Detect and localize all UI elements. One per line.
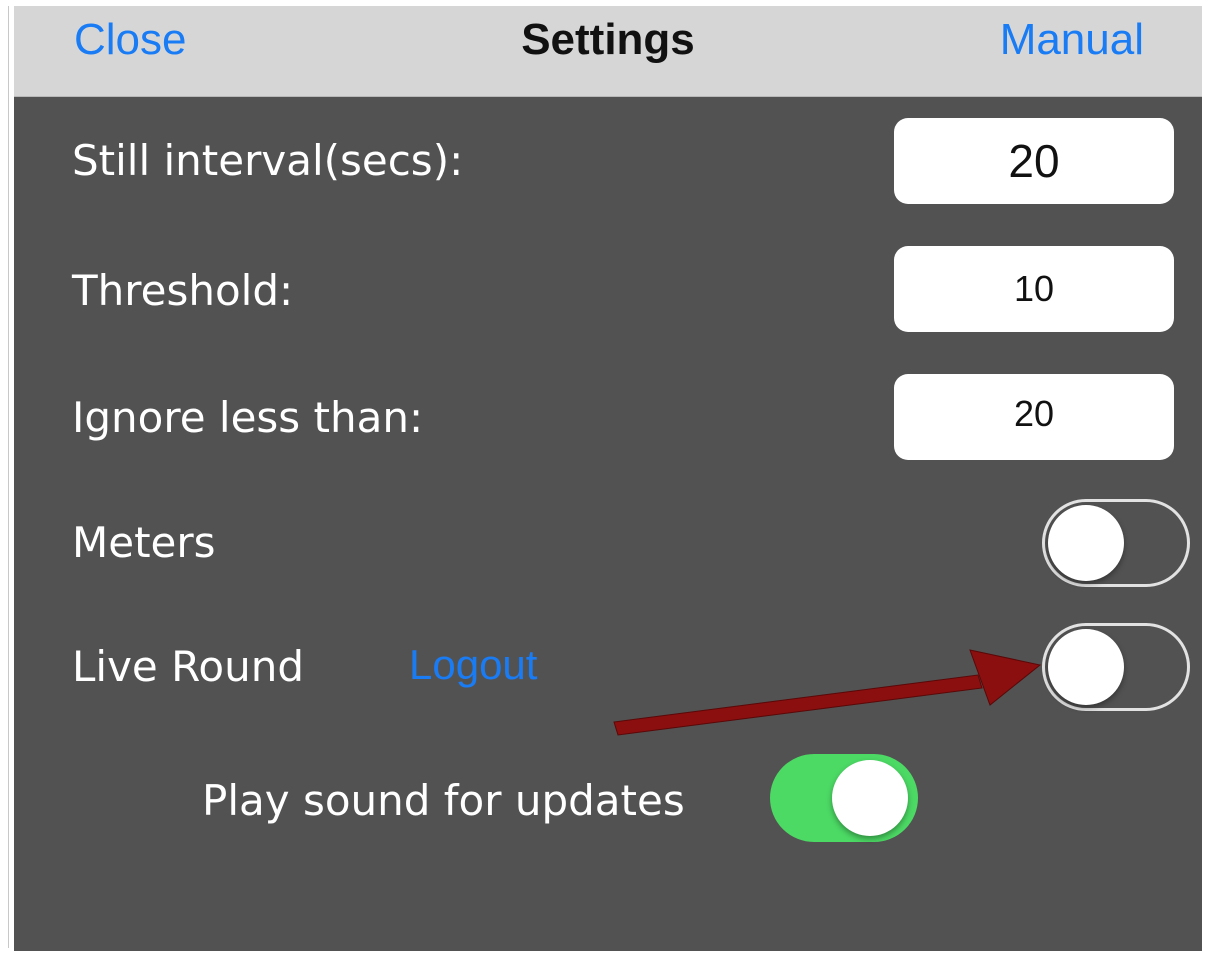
manual-button[interactable]: Manual: [1000, 12, 1144, 68]
threshold-field[interactable]: 10: [894, 246, 1174, 332]
toggle-knob: [832, 760, 908, 836]
logout-link[interactable]: Logout: [409, 637, 537, 693]
toggle-knob: [1048, 629, 1124, 705]
meters-label: Meters: [72, 518, 216, 567]
live-round-toggle[interactable]: [1042, 623, 1190, 711]
ignore-less-than-field[interactable]: 20: [894, 374, 1174, 460]
still-interval-label: Still interval(secs):: [72, 136, 464, 185]
toggle-knob: [1048, 505, 1124, 581]
settings-panel: Still interval(secs): 20 Threshold: 10 I…: [14, 97, 1202, 951]
navigation-bar: Settings Close Manual: [14, 6, 1202, 97]
frame-border: [8, 6, 9, 948]
meters-toggle[interactable]: [1042, 499, 1190, 587]
play-sound-toggle[interactable]: [770, 754, 918, 842]
play-sound-label: Play sound for updates: [202, 776, 685, 825]
ignore-less-than-label: Ignore less than:: [72, 393, 424, 442]
threshold-label: Threshold:: [72, 266, 294, 315]
close-button[interactable]: Close: [74, 12, 187, 68]
live-round-label: Live Round: [72, 642, 305, 691]
still-interval-field[interactable]: 20: [894, 118, 1174, 204]
screenshot: Settings Close Manual Still interval(sec…: [0, 0, 1214, 954]
